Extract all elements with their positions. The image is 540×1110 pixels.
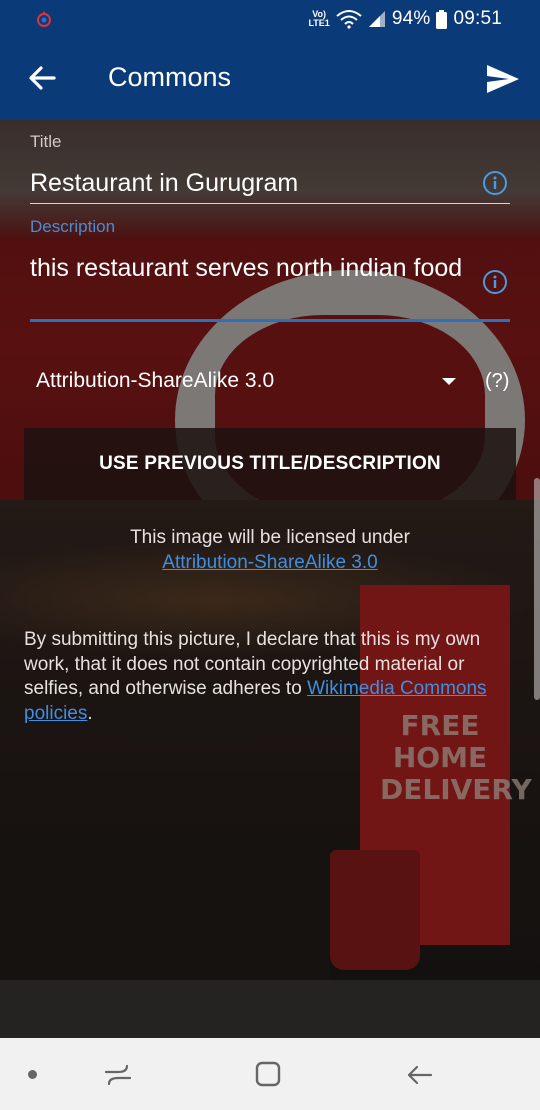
info-icon[interactable] [482, 170, 508, 196]
home-icon[interactable] [254, 1060, 282, 1088]
clock: 09:51 [453, 8, 502, 29]
system-nav-bar [0, 1038, 540, 1110]
wifi-icon [336, 10, 362, 29]
scrollbar[interactable] [534, 478, 540, 700]
title-input[interactable]: Restaurant in Gurugram [30, 168, 470, 199]
signal-icon [368, 11, 385, 27]
license-notice-text: This image will be licensed under [130, 527, 410, 548]
description-label: Description [30, 217, 116, 236]
description-underline [30, 319, 510, 322]
app-bar: Commons [0, 38, 540, 120]
back-icon[interactable] [404, 1060, 434, 1090]
info-icon[interactable] [482, 269, 508, 295]
recents-icon[interactable] [103, 1060, 133, 1090]
upload-form: Title Restaurant in Gurugram Description… [0, 120, 540, 1110]
wikimedia-commons-icon [37, 11, 51, 27]
nav-dot-icon[interactable] [28, 1070, 37, 1079]
declaration-text: By submitting this picture, I declare th… [24, 628, 494, 726]
license-help-button[interactable]: (?) [485, 370, 509, 393]
send-icon[interactable] [484, 60, 522, 98]
title-underline [30, 203, 510, 204]
license-selected-value: Attribution-ShareAlike 3.0 [36, 369, 275, 392]
volte-indicator: Vo) LTE1 [308, 9, 330, 28]
declaration-end: . [87, 702, 93, 724]
page-title: Commons [108, 62, 232, 92]
license-dropdown[interactable]: Attribution-ShareAlike 3.0 [24, 358, 468, 406]
title-label: Title [30, 132, 62, 151]
status-bar: Vo) LTE1 94% 09:51 [0, 0, 540, 38]
battery-percent: 94% [391, 8, 431, 29]
battery-icon [436, 9, 448, 29]
description-input[interactable]: this restaurant serves north indian food [30, 253, 470, 284]
status-indicators: Vo) LTE1 94% 09:51 [308, 0, 502, 38]
dropdown-arrow-icon [442, 378, 456, 385]
license-link[interactable]: Attribution-ShareAlike 3.0 [0, 552, 540, 574]
use-previous-button[interactable]: USE PREVIOUS TITLE/DESCRIPTION [24, 428, 516, 500]
arrow-left-icon[interactable] [24, 60, 60, 96]
